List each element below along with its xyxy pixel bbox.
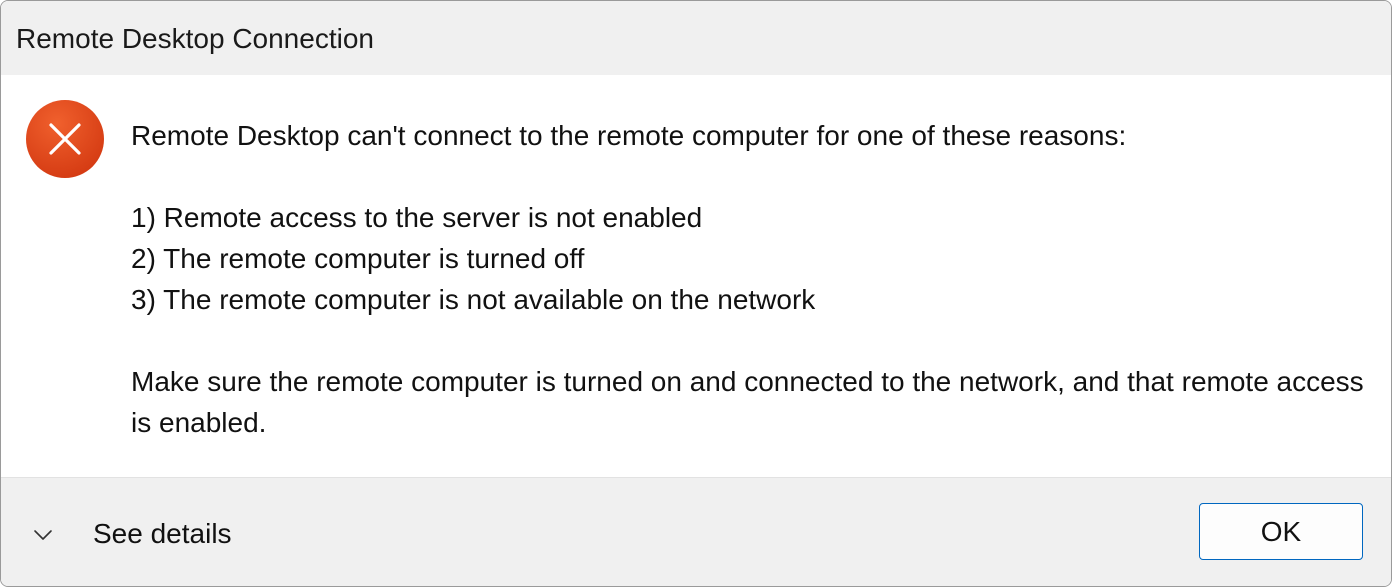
message-heading: Remote Desktop can't connect to the remo…	[131, 120, 1127, 151]
dialog-content: Remote Desktop can't connect to the remo…	[1, 75, 1391, 477]
chevron-down-icon	[31, 522, 55, 546]
see-details-toggle[interactable]: See details	[31, 514, 232, 554]
title-bar: Remote Desktop Connection	[1, 1, 1391, 75]
reason-3: 3) The remote computer is not available …	[131, 284, 816, 315]
see-details-label: See details	[93, 518, 232, 549]
error-icon	[25, 99, 105, 179]
error-dialog: Remote Desktop Connection Remote Desktop…	[0, 0, 1392, 587]
message-advice: Make sure the remote computer is turned …	[131, 366, 1364, 438]
reason-1: 1) Remote access to the server is not en…	[131, 202, 703, 233]
error-message: Remote Desktop can't connect to the remo…	[131, 115, 1381, 443]
reason-2: 2) The remote computer is turned off	[131, 243, 585, 274]
window-title: Remote Desktop Connection	[16, 23, 374, 54]
ok-button[interactable]: OK	[1199, 503, 1363, 560]
dialog-footer: See details OK	[1, 477, 1391, 586]
